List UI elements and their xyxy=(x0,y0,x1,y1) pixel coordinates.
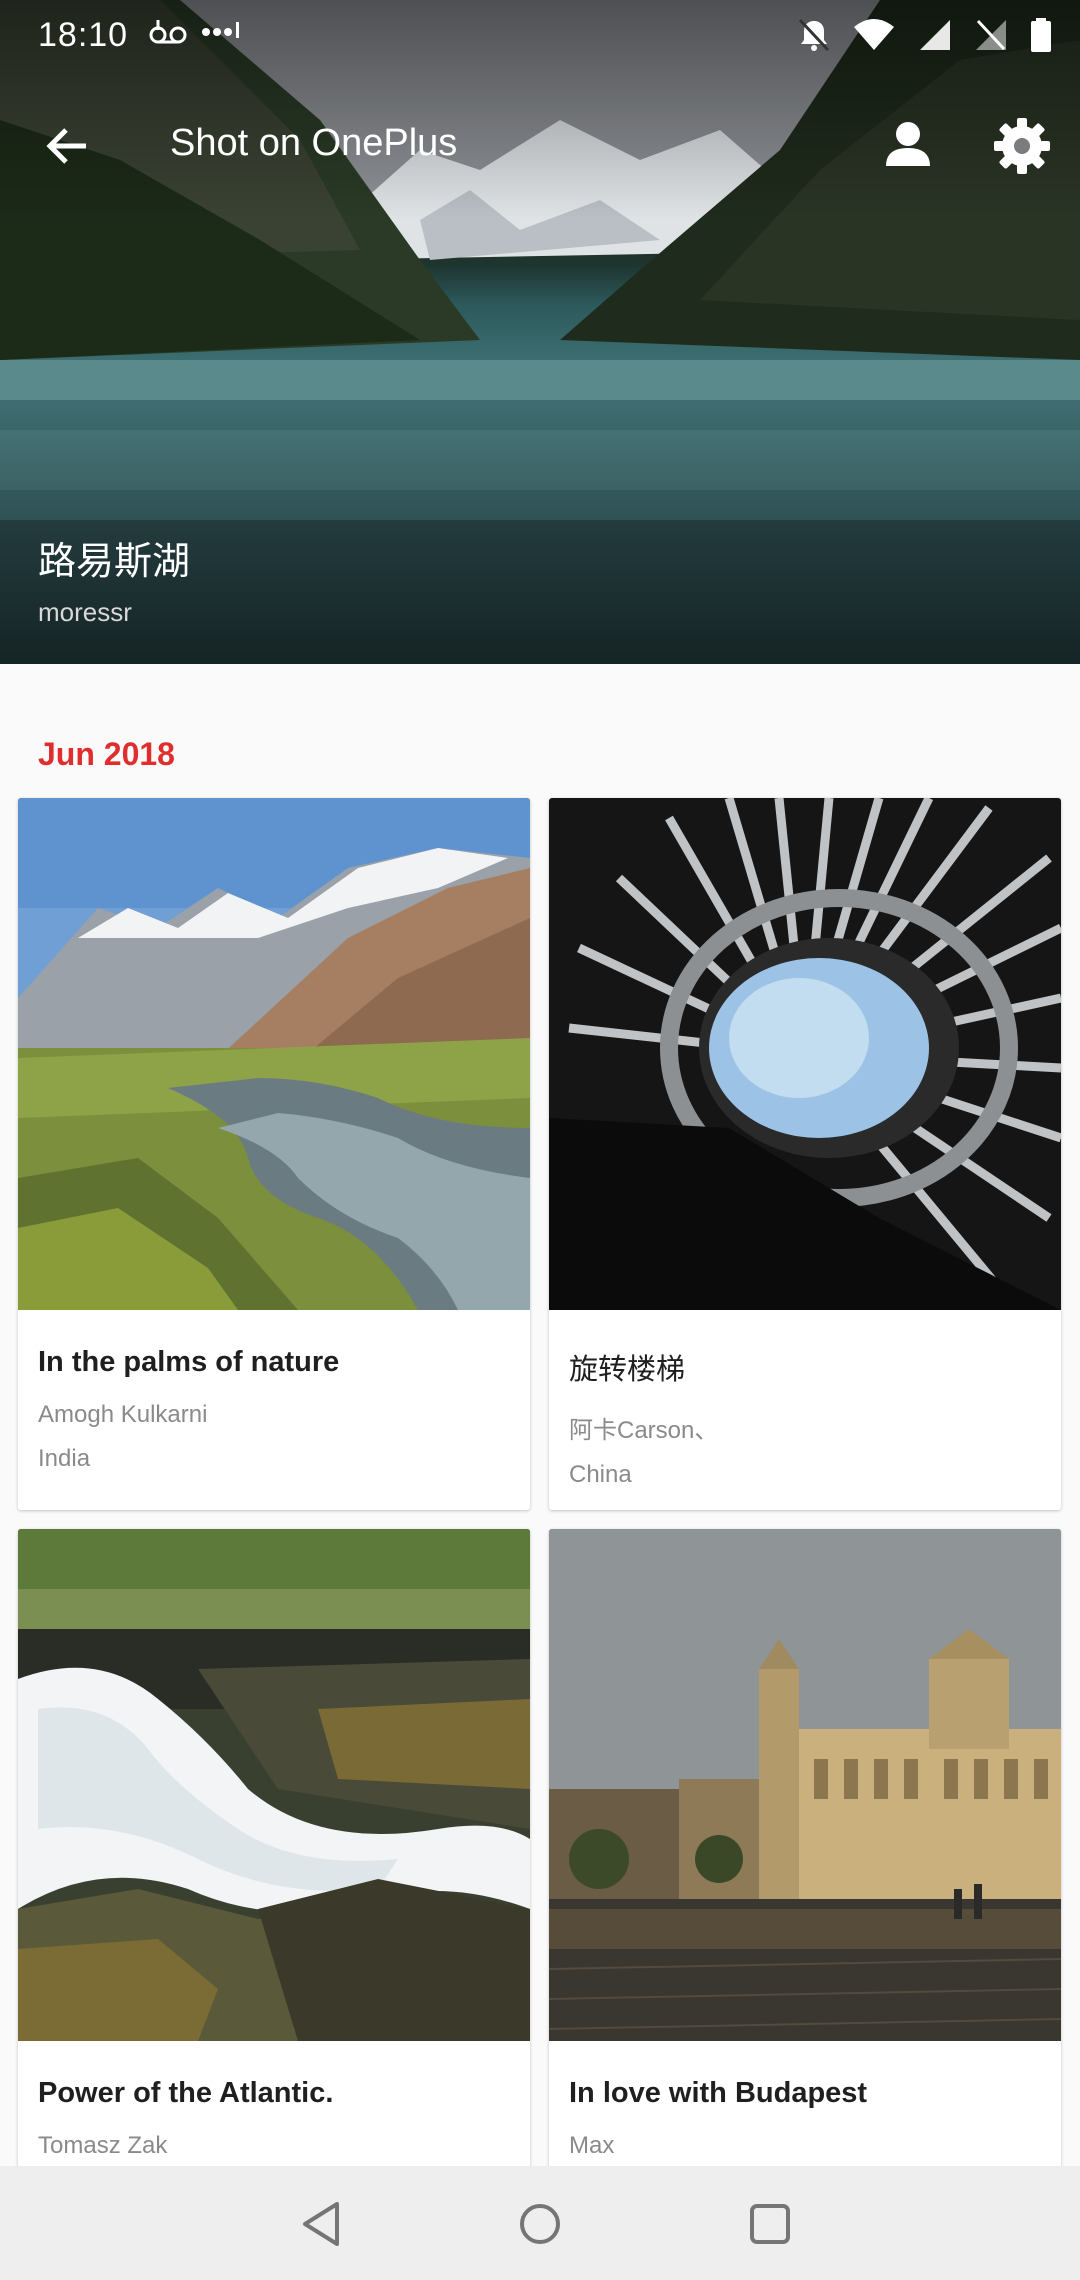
card-location: India xyxy=(38,1445,91,1472)
status-time: 18:10 xyxy=(38,16,129,54)
hero-caption: 路易斯湖 moressr xyxy=(38,530,190,628)
hero-title: 路易斯湖 xyxy=(38,541,191,583)
section-date-header: Jun 2018 xyxy=(38,736,175,772)
signal-icon xyxy=(918,19,952,56)
card-author: Tomasz Zak xyxy=(38,2132,168,2159)
arrow-back-icon[interactable] xyxy=(40,118,96,174)
card-author: Max xyxy=(569,2132,615,2159)
card-photo xyxy=(549,798,1061,1310)
spiral-staircase-image xyxy=(549,798,1061,1310)
nav-home-icon[interactable] xyxy=(512,2196,568,2252)
card-location: China xyxy=(569,1461,632,1488)
signal-secondary-icon xyxy=(974,19,1008,56)
photo-card[interactable]: In the palms of nature Amogh Kulkarni In… xyxy=(18,798,530,1510)
account-icon[interactable] xyxy=(878,114,938,174)
system-navigation-bar xyxy=(0,2166,1080,2280)
card-title: 旋转楼梯 xyxy=(569,1354,686,1386)
app-bar: Shot on OnePlus xyxy=(0,90,1080,202)
wifi-icon xyxy=(852,19,896,56)
hero-author: moressr xyxy=(38,597,132,627)
card-author: 阿卡Carson、 xyxy=(569,1417,719,1444)
more-dots-icon xyxy=(200,14,244,52)
nav-recents-icon[interactable] xyxy=(742,2196,798,2252)
card-photo xyxy=(549,1529,1061,2041)
card-photo xyxy=(18,1529,530,2041)
photo-card[interactable]: Power of the Atlantic. Tomasz Zak xyxy=(18,1529,530,2189)
voicemail-icon xyxy=(148,18,188,56)
card-title: Power of the Atlantic. xyxy=(38,2077,334,2109)
photo-card[interactable]: In love with Budapest Max xyxy=(549,1529,1061,2189)
gear-icon[interactable] xyxy=(990,114,1054,178)
card-photo xyxy=(18,798,530,1310)
page-title: Shot on OnePlus xyxy=(170,122,458,164)
status-bar: 18:10 xyxy=(0,0,1080,78)
photo-card[interactable]: 旋转楼梯 阿卡Carson、 China xyxy=(549,798,1061,1510)
card-author: Amogh Kulkarni xyxy=(38,1401,208,1428)
budapest-building-image xyxy=(549,1529,1061,2041)
card-title: In love with Budapest xyxy=(569,2077,868,2109)
battery-icon xyxy=(1030,18,1052,57)
notifications-off-icon xyxy=(798,18,830,57)
mountain-stream-image xyxy=(18,798,530,1310)
nav-back-icon[interactable] xyxy=(295,2196,351,2252)
ocean-waves-image xyxy=(18,1529,530,2041)
card-title: In the palms of nature xyxy=(38,1346,340,1378)
